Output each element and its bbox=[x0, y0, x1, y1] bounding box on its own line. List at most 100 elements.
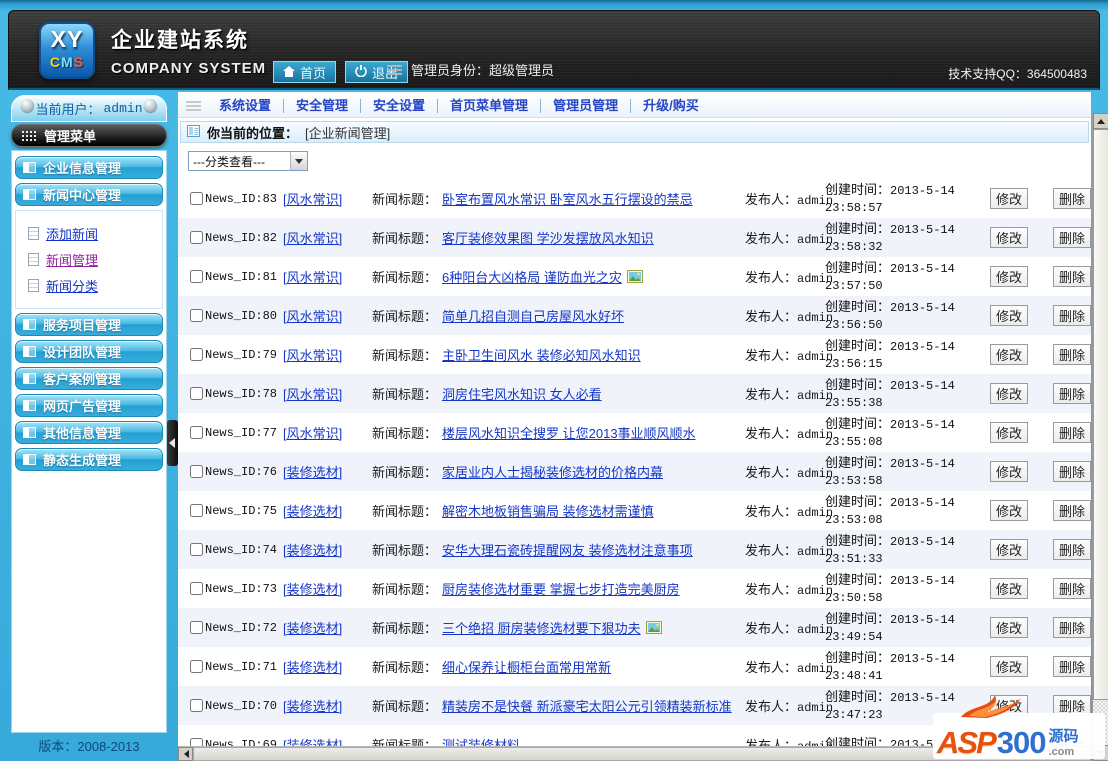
delete-button[interactable]: 删除 bbox=[1053, 539, 1091, 560]
created-time: 23:58:32 bbox=[825, 240, 883, 254]
app-title-block: 企业建站系统 COMPANY SYSTEM bbox=[111, 24, 266, 77]
edit-button[interactable]: 修改 bbox=[990, 617, 1028, 638]
scroll-left-button[interactable] bbox=[178, 747, 193, 761]
sidebar-item-web-ads[interactable]: 网页广告管理 bbox=[15, 394, 163, 417]
edit-button[interactable]: 修改 bbox=[990, 539, 1028, 560]
category-link[interactable]: [装修选材] bbox=[283, 699, 342, 714]
delete-button[interactable]: 删除 bbox=[1053, 578, 1091, 599]
delete-button[interactable]: 删除 bbox=[1053, 266, 1091, 287]
category-link[interactable]: [风水常识] bbox=[283, 309, 342, 324]
row-checkbox[interactable] bbox=[190, 387, 203, 400]
sidebar-item-company-info[interactable]: 企业信息管理 bbox=[15, 156, 163, 179]
sidebar-item-services[interactable]: 服务项目管理 bbox=[15, 313, 163, 336]
sidebar-item-static-generation[interactable]: 静态生成管理 bbox=[15, 448, 163, 471]
delete-button[interactable]: 删除 bbox=[1053, 344, 1091, 365]
delete-button[interactable]: 删除 bbox=[1053, 656, 1091, 677]
row-checkbox[interactable] bbox=[190, 699, 203, 712]
edit-button[interactable]: 修改 bbox=[990, 344, 1028, 365]
news-title-link[interactable]: 主卧卫生间风水 装修必知风水知识 bbox=[442, 345, 641, 364]
topmenu-security-manage[interactable]: 安全管理 bbox=[284, 99, 361, 113]
category-link[interactable]: [装修选材] bbox=[283, 504, 342, 519]
edit-button[interactable]: 修改 bbox=[990, 656, 1028, 677]
news-title-link[interactable]: 客厅装修效果图 学沙发摆放风水知识 bbox=[442, 228, 654, 247]
delete-button[interactable]: 删除 bbox=[1053, 422, 1091, 443]
row-checkbox[interactable] bbox=[190, 582, 203, 595]
publisher-cell: 发布人：admin bbox=[745, 423, 825, 442]
news-title-link[interactable]: 安华大理石瓷砖提醒网友 装修选材注意事项 bbox=[442, 540, 693, 559]
category-link[interactable]: [装修选材] bbox=[283, 543, 342, 558]
category-link[interactable]: [风水常识] bbox=[283, 348, 342, 363]
edit-button[interactable]: 修改 bbox=[990, 578, 1028, 599]
edit-button[interactable]: 修改 bbox=[990, 461, 1028, 482]
submenu-item-news-manage: 新闻管理 bbox=[28, 250, 162, 269]
sidebar-item-news-center[interactable]: 新闻中心管理 bbox=[15, 183, 163, 206]
sidebar-collapse-handle[interactable] bbox=[167, 420, 178, 466]
topmenu-upgrade-buy[interactable]: 升级/购买 bbox=[631, 99, 711, 113]
news-title-link[interactable]: 解密木地板销售骗局 装修选材需谨慎 bbox=[442, 501, 654, 520]
row-checkbox[interactable] bbox=[190, 504, 203, 517]
category-link[interactable]: [装修选材] bbox=[283, 660, 342, 675]
category-link[interactable]: [装修选材] bbox=[283, 465, 342, 480]
row-checkbox[interactable] bbox=[190, 348, 203, 361]
row-checkbox[interactable] bbox=[190, 543, 203, 556]
news-title-link[interactable]: 楼层风水知识全搜罗 让您2013事业顺风顺水 bbox=[442, 423, 696, 442]
category-link[interactable]: [风水常识] bbox=[283, 231, 342, 246]
topmenu-system-settings[interactable]: 系统设置 bbox=[207, 99, 284, 113]
vertical-scrollbar-thumb[interactable] bbox=[1093, 129, 1108, 700]
topmenu-admin-manage[interactable]: 管理员管理 bbox=[541, 99, 631, 113]
news-title-link[interactable]: 家居业内人士揭秘装修选材的价格内幕 bbox=[442, 462, 663, 481]
news-title-link[interactable]: 简单几招自测自己房屋风水好坏 bbox=[442, 306, 624, 325]
row-checkbox[interactable] bbox=[190, 621, 203, 634]
news-title-link[interactable]: 洞房住宅风水知识 女人必看 bbox=[442, 384, 602, 403]
logo-text-bottom: CMS bbox=[41, 53, 93, 71]
sidebar-item-design-team[interactable]: 设计团队管理 bbox=[15, 340, 163, 363]
delete-button[interactable]: 删除 bbox=[1053, 383, 1091, 404]
news-title-link[interactable]: 精装房不是快餐 新派豪宅太阳公元引领精装新标准 bbox=[442, 696, 732, 715]
row-checkbox[interactable] bbox=[190, 660, 203, 673]
news-title-link[interactable]: 厨房装修选材重要 掌握七步打造完美厨房 bbox=[442, 579, 680, 598]
created-cell: 创建时间：2013-5-14 23:56:15 bbox=[825, 338, 990, 372]
news-title-link[interactable]: 三个绝招 厨房装修选材要下狠功夫 bbox=[442, 618, 641, 637]
delete-button[interactable]: 删除 bbox=[1053, 188, 1091, 209]
delete-button[interactable]: 删除 bbox=[1053, 227, 1091, 248]
created-time: 23:55:08 bbox=[825, 435, 883, 449]
sidebar-item-customer-cases[interactable]: 客户案例管理 bbox=[15, 367, 163, 390]
delete-button[interactable]: 删除 bbox=[1053, 617, 1091, 638]
topmenu-home-menu-manage[interactable]: 首页菜单管理 bbox=[438, 99, 541, 113]
row-checkbox[interactable] bbox=[190, 270, 203, 283]
category-filter-select[interactable]: ---分类查看--- bbox=[188, 151, 308, 171]
category-link[interactable]: [风水常识] bbox=[283, 192, 342, 207]
publisher-label: 发布人： bbox=[745, 270, 797, 285]
row-checkbox[interactable] bbox=[190, 192, 203, 205]
row-checkbox[interactable] bbox=[190, 231, 203, 244]
delete-button[interactable]: 删除 bbox=[1053, 500, 1091, 521]
edit-button[interactable]: 修改 bbox=[990, 422, 1028, 443]
row-checkbox[interactable] bbox=[190, 465, 203, 478]
home-button[interactable]: 首页 bbox=[273, 61, 336, 83]
news-id: News_ID:74 bbox=[205, 543, 283, 557]
news-title-link[interactable]: 卧室布置风水常识 卧室风水五行摆设的禁忌 bbox=[442, 189, 693, 208]
news-title-link[interactable]: 细心保养让橱柜台面常用常新 bbox=[442, 657, 611, 676]
topmenu-security-settings[interactable]: 安全设置 bbox=[361, 99, 438, 113]
row-checkbox[interactable] bbox=[190, 309, 203, 322]
created-time: 23:50:58 bbox=[825, 591, 883, 605]
edit-button[interactable]: 修改 bbox=[990, 383, 1028, 404]
chevron-down-icon[interactable] bbox=[290, 152, 307, 170]
scroll-up-button[interactable] bbox=[1093, 113, 1108, 129]
sidebar-item-other-info[interactable]: 其他信息管理 bbox=[15, 421, 163, 444]
category-link[interactable]: [风水常识] bbox=[283, 426, 342, 441]
category-link[interactable]: [风水常识] bbox=[283, 270, 342, 285]
delete-button[interactable]: 删除 bbox=[1053, 305, 1091, 326]
category-link[interactable]: [风水常识] bbox=[283, 387, 342, 402]
news-title-link[interactable]: 6种阳台大凶格局 谨防血光之灾 bbox=[442, 267, 622, 286]
edit-button[interactable]: 修改 bbox=[990, 305, 1028, 326]
edit-button[interactable]: 修改 bbox=[990, 266, 1028, 287]
created-cell: 创建时间：2013-5-14 23:55:38 bbox=[825, 377, 990, 411]
edit-button[interactable]: 修改 bbox=[990, 188, 1028, 209]
category-link[interactable]: [装修选材] bbox=[283, 621, 342, 636]
category-link[interactable]: [装修选材] bbox=[283, 582, 342, 597]
delete-button[interactable]: 删除 bbox=[1053, 461, 1091, 482]
edit-button[interactable]: 修改 bbox=[990, 227, 1028, 248]
edit-button[interactable]: 修改 bbox=[990, 500, 1028, 521]
row-checkbox[interactable] bbox=[190, 426, 203, 439]
